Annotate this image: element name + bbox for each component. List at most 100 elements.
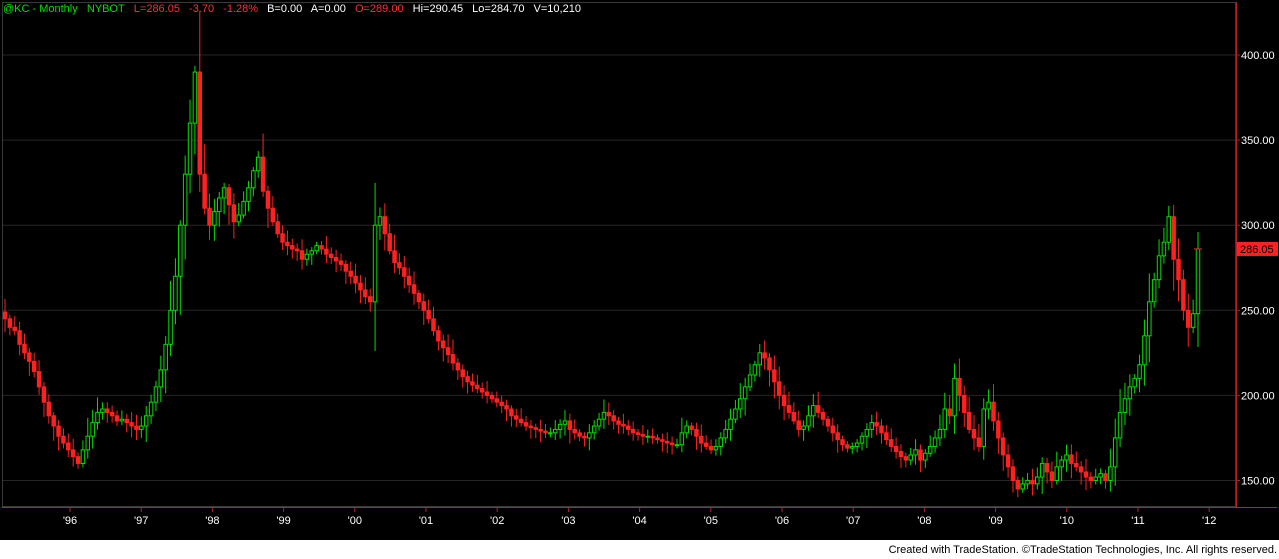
candle-body-down xyxy=(285,241,290,247)
candle-body-up xyxy=(1127,386,1133,400)
candle-body-down xyxy=(353,275,358,284)
candle-body-down xyxy=(299,250,305,260)
candle-body-down xyxy=(475,384,480,390)
candle-body-up xyxy=(251,170,256,189)
candle-body-down xyxy=(694,428,699,437)
candle xyxy=(772,355,777,399)
candle xyxy=(36,360,42,395)
candle-body-up xyxy=(552,428,558,434)
candle-body-up xyxy=(372,224,378,303)
candle xyxy=(884,424,889,446)
x-tick-label: '00 xyxy=(348,515,362,527)
candle xyxy=(285,230,290,256)
candle-body-down xyxy=(1069,454,1074,464)
candle xyxy=(937,414,943,447)
candle-body-down xyxy=(776,381,782,396)
candle xyxy=(582,432,587,447)
candle-body-down xyxy=(1044,462,1050,473)
candle-body-up xyxy=(236,214,241,223)
candle xyxy=(226,183,232,225)
candle-body-down xyxy=(445,347,451,356)
candle xyxy=(796,410,801,437)
candle-body-down xyxy=(392,250,397,264)
candle xyxy=(1190,299,1196,334)
candle-body-up xyxy=(1151,279,1157,303)
candle xyxy=(664,432,670,454)
candle xyxy=(309,247,315,265)
candle xyxy=(251,167,256,197)
grid xyxy=(3,54,1236,481)
y-axis: 150.00 200.00 250.00 300.00 350.00 400.00 xyxy=(1236,50,1275,487)
candle xyxy=(864,423,870,448)
candle-body-down xyxy=(815,405,821,413)
candle-body-up xyxy=(90,422,95,437)
candle-body-up xyxy=(679,432,685,446)
candle xyxy=(1054,451,1060,485)
x-tick-label: '04 xyxy=(632,515,646,527)
candle-body-up xyxy=(752,364,758,376)
candle-body-up xyxy=(1117,411,1123,439)
candle-body-up xyxy=(927,445,933,454)
candle xyxy=(898,444,904,469)
candle-body-up xyxy=(182,173,188,226)
x-axis: '96 '97 '98 '99 '00 '01 '02 '03 '04 '05 '06 '07 '08 '… xyxy=(63,507,1216,527)
candle-body-down xyxy=(387,233,392,252)
candle xyxy=(246,180,251,212)
candle-body-down xyxy=(226,187,232,206)
candle-body-down xyxy=(363,289,368,298)
candle xyxy=(382,203,388,251)
candle-body-up xyxy=(742,386,748,400)
candle-body-up xyxy=(674,444,680,447)
candle xyxy=(338,253,344,272)
candle-body-up xyxy=(854,442,860,447)
candle xyxy=(187,99,193,194)
candle xyxy=(90,409,95,449)
candle-body-up xyxy=(173,275,178,311)
candle-body-up xyxy=(1025,479,1030,485)
candle-body-down xyxy=(1000,437,1006,456)
candle-body-up xyxy=(1039,462,1045,478)
candle xyxy=(134,414,139,440)
right-axis-line xyxy=(1236,2,1237,508)
candle xyxy=(2,298,8,333)
candle-body-down xyxy=(280,233,285,243)
candle-body-up xyxy=(1020,483,1025,490)
candle-body-up xyxy=(314,245,319,252)
candle xyxy=(694,422,699,450)
candle-body-down xyxy=(1005,454,1011,468)
candle-body-up xyxy=(937,428,943,439)
candle-body-up xyxy=(217,197,222,213)
candle xyxy=(260,133,266,197)
candle xyxy=(869,414,875,438)
candle xyxy=(290,238,295,259)
candle xyxy=(139,416,144,439)
footer-bar: Created with TradeStation. ©TradeStation… xyxy=(0,540,1279,559)
candle xyxy=(353,263,358,294)
candle xyxy=(538,419,543,443)
candle xyxy=(932,430,938,453)
candle-body-up xyxy=(148,401,154,417)
x-tick-label: '99 xyxy=(276,515,290,527)
candle xyxy=(275,213,280,238)
candle-body-down xyxy=(626,425,631,430)
candle xyxy=(626,420,631,436)
candle-body-down xyxy=(1010,466,1016,481)
candle-body-up xyxy=(1142,335,1147,366)
price-chart[interactable]: 150.00 200.00 250.00 300.00 350.00 400.00 '96… xyxy=(0,0,1279,540)
candle-body-up xyxy=(1156,255,1162,281)
candle xyxy=(835,424,840,453)
candle-body-up xyxy=(119,418,125,422)
candle-body-down xyxy=(1171,216,1176,260)
candle-body-down xyxy=(56,425,61,437)
candle-body-down xyxy=(1088,476,1094,481)
y-tick-label: 150.00 xyxy=(1241,475,1275,487)
candle xyxy=(479,382,485,399)
candle xyxy=(811,394,816,428)
candle-body-down xyxy=(996,420,1001,439)
candle xyxy=(450,339,456,371)
candle xyxy=(460,364,465,388)
candle-body-down xyxy=(669,442,675,446)
candle xyxy=(801,420,806,441)
candle-body-down xyxy=(621,423,626,427)
candle-body-down xyxy=(455,362,461,371)
